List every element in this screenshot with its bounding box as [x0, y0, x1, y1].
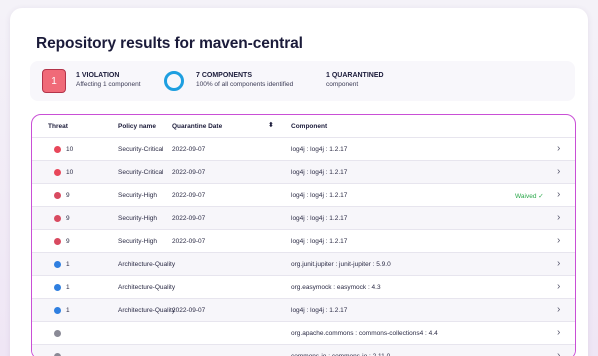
threat-score: 1 [66, 261, 70, 268]
chevron-right-icon[interactable]: › [557, 258, 560, 269]
policy-name: Security-High [118, 215, 158, 222]
sort-icon[interactable]: ⬍ [268, 121, 274, 129]
component-name: log4j : log4j : 1.2.17 [291, 192, 348, 199]
table-row[interactable]: org.apache.commons : commons-collections… [32, 321, 575, 344]
header-component[interactable]: Component [291, 123, 327, 130]
component-name: org.easymock : easymock : 4.3 [291, 284, 381, 291]
policy-name: Security-High [118, 192, 158, 199]
chevron-right-icon[interactable]: › [557, 350, 560, 356]
component-name: log4j : log4j : 1.2.17 [291, 238, 348, 245]
threat-score: 9 [66, 215, 70, 222]
quarantined-title: 1 QUARANTINED [326, 72, 384, 79]
page-title: Repository results for maven-central [36, 35, 303, 52]
quarantine-date: 2022-09-07 [172, 192, 206, 199]
table-row[interactable]: 10 Security-Critical 2022-09-07 log4j : log… [32, 137, 575, 160]
quarantine-date: 2022-09-07 [172, 169, 206, 176]
policy-name: Security-Critical [118, 169, 164, 176]
threat-dot-icon [54, 330, 61, 337]
table-row[interactable]: 1 Architecture-Quality 2022-09-07 log4j : l… [32, 298, 575, 321]
threat-dot-icon [54, 169, 61, 176]
violation-subtitle: Affecting 1 component [76, 81, 141, 88]
policy-name: Security-Critical [118, 146, 164, 153]
chevron-right-icon[interactable]: › [557, 327, 560, 338]
component-name: log4j : log4j : 1.2.17 [291, 146, 348, 153]
component-name: org.apache.commons : commons-collections… [291, 330, 438, 337]
policy-name: Security-High [118, 238, 158, 245]
violation-count-badge: 1 [42, 69, 66, 93]
header-threat[interactable]: Threat [48, 123, 68, 130]
chevron-right-icon[interactable]: › [557, 235, 560, 246]
summary-bar: 1 1 VIOLATION Affecting 1 component 7 CO… [30, 61, 575, 101]
waived-status: Waived ✓ [515, 193, 544, 200]
table-row[interactable]: 10 Security-Critical 2022-09-07 log4j : log… [32, 160, 575, 183]
results-table: Threat Policy name Quarantine Date ⬍ Com… [31, 114, 576, 356]
threat-score: 1 [66, 284, 70, 291]
header-policy-name[interactable]: Policy name [118, 123, 156, 130]
quarantined-subtitle: component [326, 81, 359, 88]
quarantine-date: 2022-09-07 [172, 307, 206, 314]
component-name: log4j : log4j : 1.2.17 [291, 169, 348, 176]
table-header: Threat Policy name Quarantine Date ⬍ Com… [32, 115, 575, 137]
table-row[interactable]: 1 Architecture-Quality org.junit.jupiter :… [32, 252, 575, 275]
chevron-right-icon[interactable]: › [557, 281, 560, 292]
quarantine-date: 2022-09-07 [172, 146, 206, 153]
components-title: 7 COMPONENTS [196, 72, 253, 79]
component-name: org.junit.jupiter : junit-jupiter : 5.9.… [291, 261, 391, 268]
chevron-right-icon[interactable]: › [557, 212, 560, 223]
policy-name: Architecture-Quality [118, 307, 176, 314]
violation-title: 1 VIOLATION [76, 72, 120, 79]
components-subtitle: 100% of all components identified [196, 81, 294, 88]
threat-dot-icon [54, 238, 61, 245]
components-ring-icon [164, 71, 184, 91]
threat-score: 9 [66, 192, 70, 199]
threat-dot-icon [54, 215, 61, 222]
policy-name: Architecture-Quality [118, 261, 176, 268]
chevron-right-icon[interactable]: › [557, 304, 560, 315]
table-row[interactable]: 9 Security-High 2022-09-07 log4j : log4j : … [32, 229, 575, 252]
threat-score: 10 [66, 146, 74, 153]
quarantine-date: 2022-09-07 [172, 238, 206, 245]
policy-name: Architecture-Quality [118, 284, 176, 291]
table-row[interactable]: 1 Architecture-Quality org.easymock : easy… [32, 275, 575, 298]
header-quarantine-date[interactable]: Quarantine Date [172, 123, 222, 130]
threat-score: 10 [66, 169, 74, 176]
component-name: log4j : log4j : 1.2.17 [291, 215, 348, 222]
table-row[interactable]: 9 Security-High 2022-09-07 log4j : log4j : … [32, 206, 575, 229]
component-name: log4j : log4j : 1.2.17 [291, 307, 348, 314]
chevron-right-icon[interactable]: › [557, 166, 560, 177]
chevron-right-icon[interactable]: › [557, 143, 560, 154]
table-row[interactable]: 9 Security-High 2022-09-07 log4j : log4j : … [32, 183, 575, 206]
threat-dot-icon [54, 261, 61, 268]
threat-score: 1 [66, 307, 70, 314]
threat-dot-icon [54, 146, 61, 153]
threat-dot-icon [54, 284, 61, 291]
table-row[interactable]: commons-io : commons-io : 2.11.0› [32, 344, 575, 356]
threat-score: 9 [66, 238, 70, 245]
threat-dot-icon [54, 307, 61, 314]
threat-dot-icon [54, 192, 61, 199]
chevron-right-icon[interactable]: › [557, 189, 560, 200]
quarantine-date: 2022-09-07 [172, 215, 206, 222]
